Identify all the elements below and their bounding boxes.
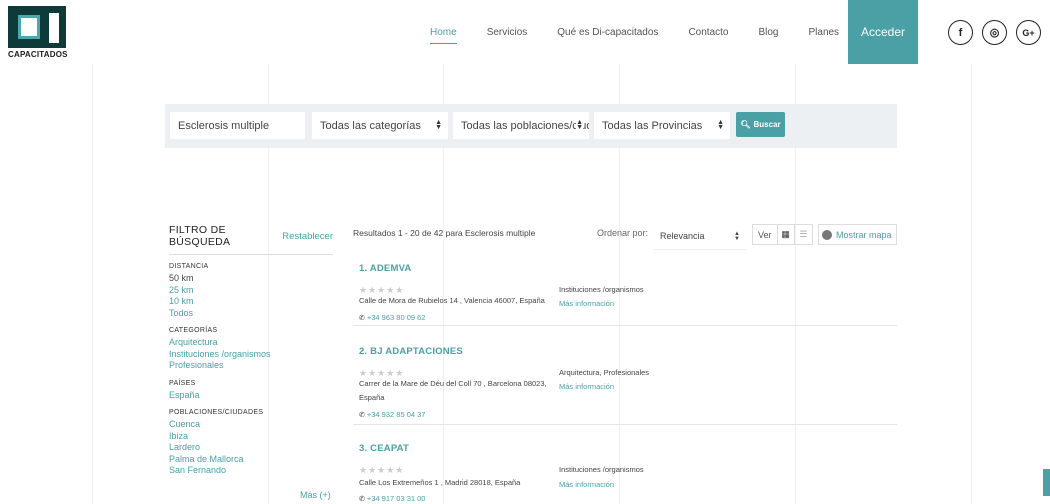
filter-option[interactable]: Lardero bbox=[169, 442, 333, 454]
instagram-icon[interactable]: ◎ bbox=[982, 20, 1007, 45]
sort-label: Ordenar por: bbox=[597, 228, 649, 238]
filter-option[interactable]: Profesionales bbox=[169, 360, 333, 372]
province-select-value: Todas las Provincias bbox=[602, 119, 703, 132]
show-map-label: Mostrar mapa bbox=[836, 229, 892, 240]
result-address: Calle de Mora de Rubielos 14 , Valencia … bbox=[359, 296, 545, 305]
more-info-link[interactable]: Más información bbox=[559, 299, 614, 308]
filter-group-countries: PAÍSES España bbox=[169, 380, 333, 402]
logo-text: CAPACITADOS bbox=[8, 50, 68, 59]
filter-option[interactable]: 50 km bbox=[169, 273, 333, 285]
phone-icon: ✆ bbox=[359, 315, 365, 322]
nav-item-contacto[interactable]: Contacto bbox=[688, 27, 728, 38]
search-button[interactable]: 🔍︎ Buscar bbox=[736, 112, 785, 137]
result-category: Instituciones /organismos bbox=[559, 465, 644, 474]
filter-option[interactable]: Instituciones /organismos bbox=[169, 349, 333, 361]
scroll-to-top-tab[interactable] bbox=[1043, 469, 1050, 496]
nav-item-que-es[interactable]: Qué es Di-capacitados bbox=[557, 27, 658, 38]
result-item: 1. ADEMVA ★★★★★ Calle de Mora de Rubielo… bbox=[353, 263, 897, 326]
filter-group-categories: CATEGORÍAS Arquitectura Instituciones /o… bbox=[169, 327, 333, 372]
filter-option[interactable]: España bbox=[169, 390, 333, 402]
more-cities-link[interactable]: Más (+) bbox=[300, 490, 331, 500]
phone-icon: ✆ bbox=[359, 496, 365, 503]
filter-header: FILTRO DE BÚSQUEDA Restablecer bbox=[169, 224, 333, 255]
filter-option[interactable]: 10 km bbox=[169, 296, 333, 308]
result-phone[interactable]: ✆ +34 917 03 31 00 bbox=[359, 494, 425, 503]
filter-option[interactable]: 25 km bbox=[169, 285, 333, 297]
filter-option[interactable]: Ibiza bbox=[169, 431, 333, 443]
result-category: Arquitectura, Profesionales bbox=[559, 368, 650, 377]
view-label: Ver bbox=[753, 225, 778, 244]
grid-view-icon[interactable]: ▦ bbox=[778, 225, 795, 244]
phone-number: +34 963 80 09 62 bbox=[366, 313, 426, 322]
city-select[interactable]: Todas las poblaciones/ciudades ▲▼ bbox=[453, 112, 589, 139]
facebook-icon[interactable]: f bbox=[948, 20, 973, 45]
filter-reset-link[interactable]: Restablecer bbox=[282, 231, 333, 242]
result-name[interactable]: 2. BJ ADAPTACIONES bbox=[359, 346, 463, 357]
category-select[interactable]: Todas las categorías ▲ ▼ bbox=[312, 112, 448, 139]
list-view-icon[interactable]: ☰ bbox=[795, 225, 812, 244]
result-item: 2. BJ ADAPTACIONES ★★★★★ Carrer de la Ma… bbox=[353, 346, 897, 425]
logo[interactable]: CAPACITADOS bbox=[8, 6, 68, 60]
filter-group-cities: POBLACIONES/CIUDADES Cuenca Ibiza Larder… bbox=[169, 409, 333, 477]
filter-group-distance: DISTANCIA 50 km 25 km 10 km Todos bbox=[169, 263, 333, 319]
city-select-value: Todas las poblaciones/ciudades bbox=[461, 119, 589, 132]
result-address: Calle Los Extremeños 1 , Madrid 28018, E… bbox=[359, 478, 521, 487]
filter-option[interactable]: Todos bbox=[169, 308, 333, 320]
main-nav: Home Servicios Qué es Di-capacitados Con… bbox=[430, 0, 869, 64]
phone-icon: ✆ bbox=[359, 412, 365, 419]
results-summary: Resultados 1 - 20 de 42 para Esclerosis … bbox=[353, 228, 536, 238]
result-category: Instituciones /organismos bbox=[559, 285, 644, 294]
more-info-link[interactable]: Más información bbox=[559, 382, 614, 391]
result-address: Carrer de la Mare de Déu del Coll 70 , B… bbox=[359, 379, 547, 402]
result-phone[interactable]: ✆ +34 963 80 09 62 bbox=[359, 313, 425, 322]
filter-group-title: PAÍSES bbox=[169, 379, 196, 387]
result-phone[interactable]: ✆ +34 932 85 04 37 bbox=[359, 410, 425, 419]
province-select[interactable]: Todas las Provincias ▲ ▼ bbox=[594, 112, 730, 139]
select-arrows-icon: ▲ ▼ bbox=[576, 119, 583, 131]
nav-item-servicios[interactable]: Servicios bbox=[487, 27, 528, 38]
nav-item-planes[interactable]: Planes bbox=[808, 27, 839, 38]
page: CAPACITADOS Home Servicios Qué es Di-cap… bbox=[0, 0, 1050, 504]
googleplus-icon[interactable]: G+ bbox=[1016, 20, 1041, 45]
filter-title: FILTRO DE BÚSQUEDA bbox=[169, 224, 231, 248]
filter-group-title: CATEGORÍAS bbox=[169, 327, 218, 334]
category-select-value: Todas las categorías bbox=[320, 119, 421, 132]
sort-select[interactable]: Relevancia ▲ ▼ bbox=[654, 224, 746, 250]
nav-item-home[interactable]: Home bbox=[430, 27, 457, 44]
nav-item-blog[interactable]: Blog bbox=[758, 27, 778, 38]
result-name[interactable]: 1. ADEMVA bbox=[359, 263, 411, 274]
filter-sidebar: FILTRO DE BÚSQUEDA Restablecer DISTANCIA… bbox=[169, 224, 333, 477]
phone-number: +34 917 03 31 00 bbox=[366, 494, 426, 503]
acceder-button[interactable]: Acceder bbox=[848, 0, 918, 64]
filter-option[interactable]: Cuenca bbox=[169, 419, 333, 431]
more-info-link[interactable]: Más información bbox=[559, 480, 614, 489]
search-bar: Esclerosis multiple Todas las categorías… bbox=[165, 104, 897, 148]
result-name[interactable]: 3. CEAPAT bbox=[359, 443, 409, 454]
search-input[interactable]: Esclerosis multiple bbox=[170, 112, 305, 139]
phone-number: +34 932 85 04 37 bbox=[366, 410, 426, 419]
rating-stars: ★★★★★ bbox=[359, 465, 405, 475]
logo-mark bbox=[8, 6, 66, 48]
select-arrows-icon: ▲ ▼ bbox=[734, 231, 740, 242]
select-arrows-icon: ▲ ▼ bbox=[717, 119, 724, 131]
filter-group-title: POBLACIONES/CIUDADES bbox=[169, 409, 264, 416]
search-icon: 🔍︎ bbox=[740, 120, 751, 129]
result-item: 3. CEAPAT ★★★★★ Calle Los Extremeños 1 ,… bbox=[353, 443, 897, 504]
sort-select-value: Relevancia bbox=[660, 231, 705, 241]
select-arrows-icon: ▲ ▼ bbox=[435, 119, 442, 131]
site-header: CAPACITADOS Home Servicios Qué es Di-cap… bbox=[0, 0, 1050, 64]
filter-option[interactable]: San Fernando bbox=[169, 465, 333, 477]
filter-option[interactable]: Arquitectura bbox=[169, 337, 333, 349]
filter-option[interactable]: Palma de Mallorca bbox=[169, 454, 333, 466]
show-map-button[interactable]: Mostrar mapa bbox=[818, 224, 897, 245]
filter-group-title: DISTANCIA bbox=[169, 263, 209, 270]
globe-icon bbox=[822, 229, 832, 240]
search-button-label: Buscar bbox=[753, 120, 781, 129]
view-toggle: Ver ▦ ☰ bbox=[752, 224, 813, 245]
